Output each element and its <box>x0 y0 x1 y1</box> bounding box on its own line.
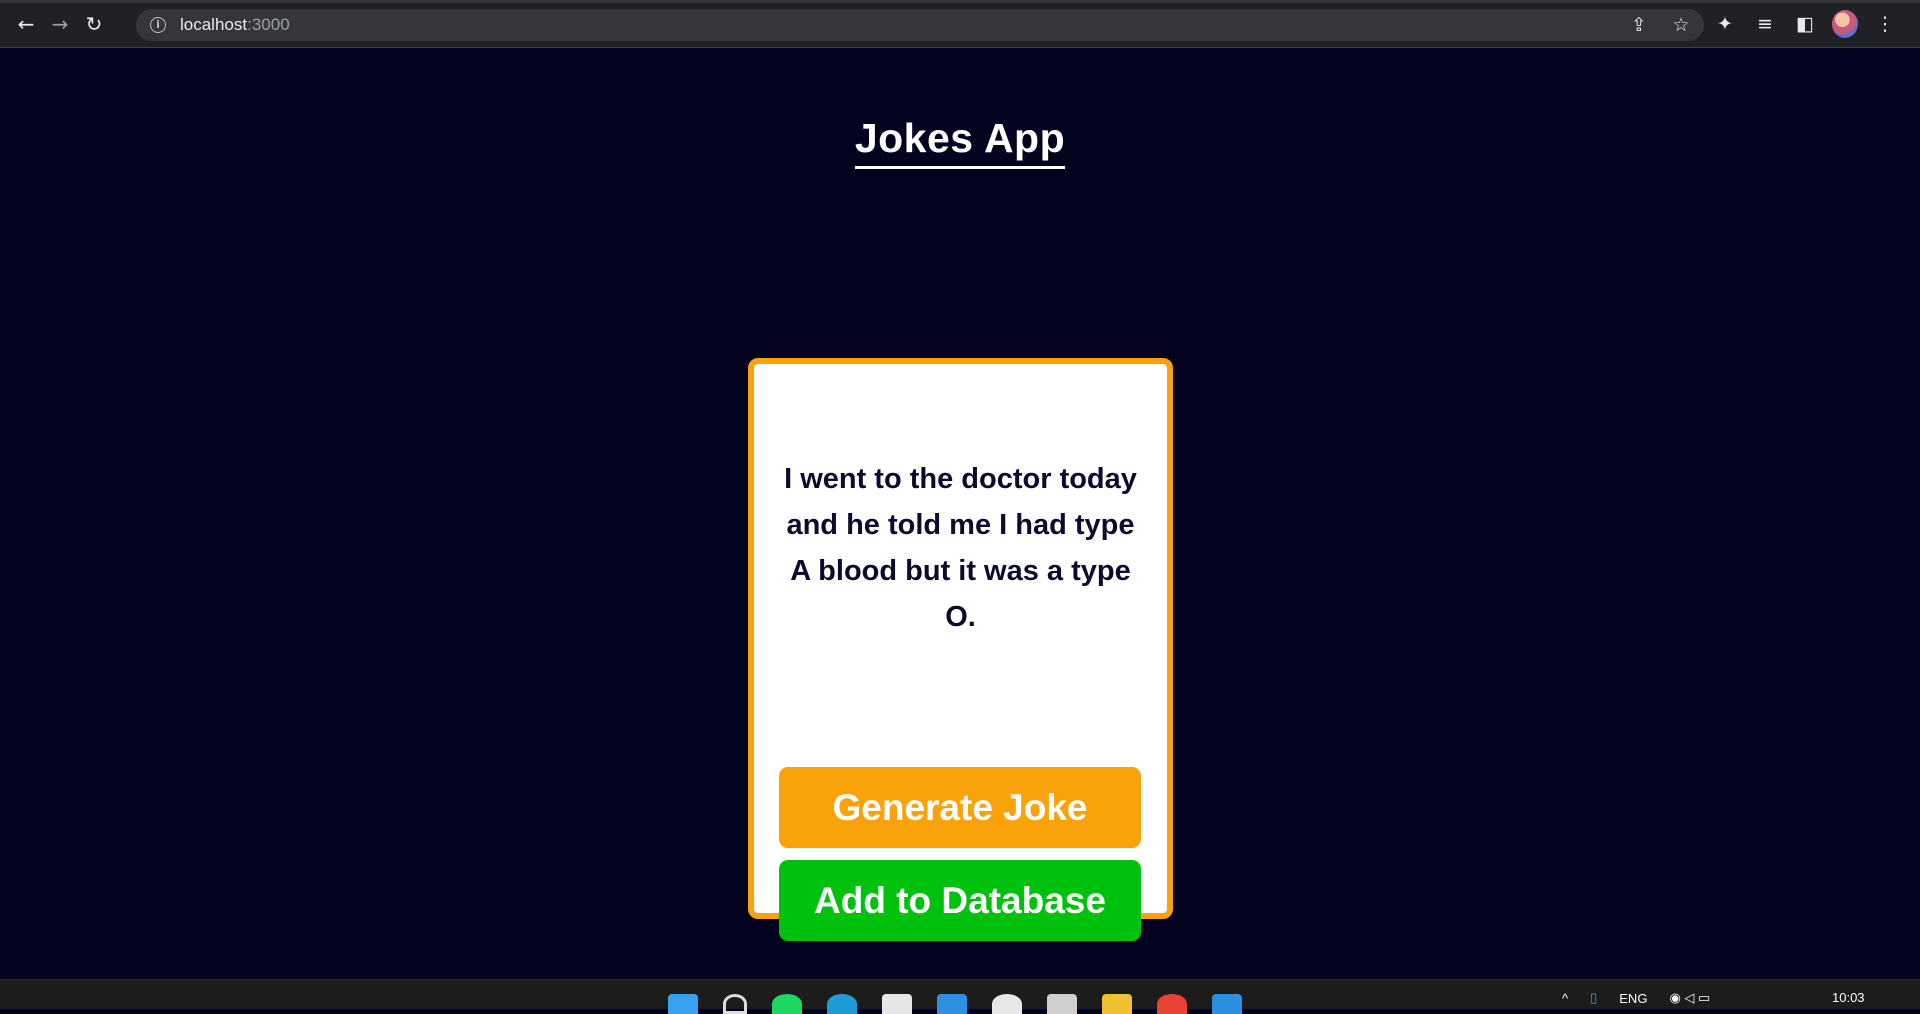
extensions-icon[interactable]: ✦ <box>1712 11 1738 37</box>
app-icon[interactable] <box>937 994 967 1014</box>
clock[interactable]: 10:03 <box>1832 990 1865 1005</box>
edge-icon[interactable] <box>827 994 857 1014</box>
language-indicator[interactable]: ENG <box>1619 991 1647 1006</box>
chrome-icon[interactable] <box>1157 994 1187 1014</box>
bookmark-star-icon[interactable]: ☆ <box>1670 14 1692 36</box>
store-icon[interactable] <box>882 994 912 1014</box>
forward-icon[interactable]: → <box>44 8 76 40</box>
taskbar: ^ ▯ ENG ◉ ◁ ▭ 10:03 <box>0 979 1920 1014</box>
page-title: Jokes App <box>0 115 1920 169</box>
side-panel-icon[interactable]: ◧ <box>1792 11 1818 37</box>
share-icon[interactable]: ⇪ <box>1628 14 1650 36</box>
avatar <box>1832 10 1858 38</box>
profile-avatar[interactable] <box>1832 10 1858 38</box>
back-icon[interactable]: ← <box>10 8 42 40</box>
address-bar[interactable]: i localhost:3000 ⇪ ☆ <box>136 9 1704 41</box>
joke-card: I went to the doctor today and he told m… <box>748 358 1173 941</box>
page-title-text: Jokes App <box>854 115 1066 169</box>
add-to-database-button[interactable]: Add to Database <box>779 860 1141 941</box>
file-explorer-icon[interactable] <box>1102 994 1132 1014</box>
site-info-icon[interactable]: i <box>150 17 166 33</box>
joke-text: I went to the doctor today and he told m… <box>784 463 1137 633</box>
nav-buttons: ← → ↻ <box>10 8 110 40</box>
app-icon[interactable] <box>1047 994 1077 1014</box>
tab-strip <box>0 0 1920 3</box>
generate-joke-button[interactable]: Generate Joke <box>779 767 1141 848</box>
system-tray: ^ ▯ ENG ◉ ◁ ▭ <box>1562 990 1710 1006</box>
reload-icon[interactable]: ↻ <box>78 8 110 40</box>
tray-app-icon[interactable]: ▯ <box>1590 990 1597 1006</box>
page-content: Jokes App I went to the doctor today and… <box>0 49 1920 979</box>
taskbar-apps <box>668 994 1242 1014</box>
url-host: localhost <box>180 15 248 34</box>
media-control-icon[interactable]: ≡ <box>1752 11 1778 37</box>
app-icon[interactable] <box>992 994 1022 1014</box>
menu-icon[interactable]: ⋮ <box>1872 11 1898 37</box>
spotify-icon[interactable] <box>772 994 802 1014</box>
chevron-up-icon[interactable]: ^ <box>1562 991 1568 1006</box>
windows-start-icon[interactable] <box>668 994 698 1014</box>
network-volume-icon[interactable]: ◉ ◁ ▭ <box>1669 990 1710 1006</box>
browser-toolbar: ← → ↻ i localhost:3000 ⇪ ☆ ✦ ≡ ◧ ⋮ <box>0 0 1920 48</box>
url-port: :3000 <box>247 15 290 34</box>
url-text[interactable]: localhost:3000 <box>180 15 290 35</box>
search-icon[interactable] <box>723 994 747 1014</box>
vscode-icon[interactable] <box>1212 994 1242 1014</box>
